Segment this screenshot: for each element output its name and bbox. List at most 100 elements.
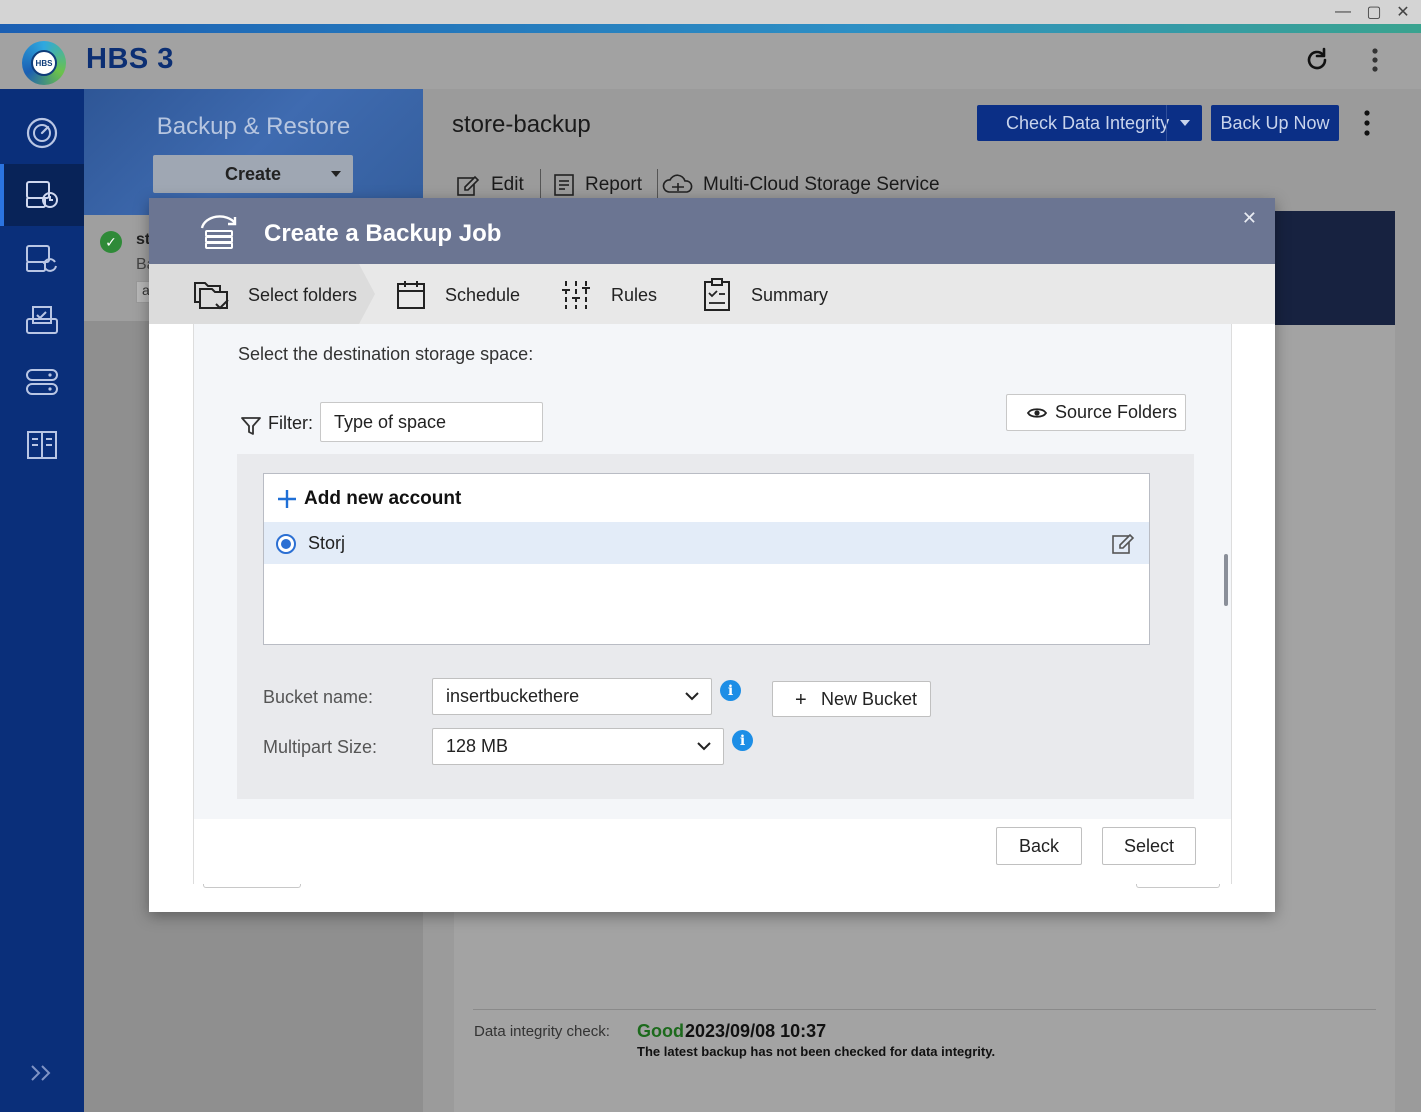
step-summary[interactable]: Summary (702, 276, 828, 314)
refresh-icon[interactable] (1302, 45, 1332, 75)
multipart-size-label: Multipart Size: (263, 737, 378, 757)
chevron-down-icon (685, 692, 699, 701)
new-bucket-label: New Bucket (821, 688, 918, 709)
bucket-name-value: insertbuckethere (446, 686, 580, 706)
sliders-icon (562, 281, 590, 309)
new-bucket-button[interactable]: + New Bucket (772, 681, 931, 717)
multi-cloud-action[interactable]: Multi-Cloud Storage Service (661, 169, 940, 201)
dialog-body-footer: Back Select (194, 819, 1231, 884)
chevron-down-icon (697, 742, 711, 751)
filter-icon (241, 417, 261, 435)
nav-item-services[interactable] (0, 289, 84, 351)
hbs-logo: HBS (22, 41, 66, 85)
report-action[interactable]: Report (552, 169, 642, 201)
app-header: HBS HBS 3 (0, 33, 1421, 89)
destination-label: Select the destination storage space: (238, 344, 534, 364)
scrollbar-thumb[interactable] (1224, 554, 1228, 606)
multipart-size-select[interactable]: 128 MB (432, 728, 724, 765)
select-button[interactable]: Select (1102, 827, 1196, 865)
edit-icon[interactable] (1111, 531, 1135, 555)
info-icon[interactable]: i (720, 680, 741, 701)
more-vertical-icon[interactable] (1360, 45, 1390, 75)
nav-item-overview[interactable] (0, 102, 84, 164)
toolbar-divider (657, 169, 658, 199)
source-folders-button[interactable]: Source Folders (1006, 394, 1186, 431)
bucket-name-label: Bucket name: (263, 687, 374, 707)
toolbar-divider (540, 169, 541, 199)
back-button[interactable]: Back (996, 827, 1082, 865)
step-select-folders[interactable]: Select folders (192, 276, 357, 314)
account-list: Add new account Storj (263, 473, 1150, 645)
nav-item-sync[interactable] (0, 228, 84, 290)
close-window-icon[interactable]: ✕ (1393, 2, 1413, 22)
bucket-name-select[interactable]: insertbuckethere (432, 678, 712, 715)
source-folders-label: Source Folders (1055, 402, 1178, 422)
nav-item-backup-restore[interactable] (0, 164, 84, 226)
services-icon (26, 306, 58, 334)
accent-bar (0, 24, 1421, 33)
check-circle-icon: ✓ (100, 231, 122, 253)
step-label: Summary (751, 284, 829, 305)
integrity-check-label: Data integrity check: (474, 1023, 610, 1040)
dialog-title: Create a Backup Job (264, 220, 502, 247)
app-title: HBS 3 (86, 43, 174, 75)
divider (473, 1009, 1376, 1010)
edit-action[interactable]: Edit (455, 169, 524, 201)
report-label: Report (585, 174, 643, 195)
report-icon (554, 174, 574, 196)
account-name: Storj (308, 533, 346, 553)
integrity-date: 2023/09/08 10:37 (685, 1021, 827, 1041)
nav-item-logs[interactable] (0, 414, 84, 476)
check-data-integrity-button[interactable]: Check Data Integrity (977, 105, 1202, 141)
edit-label: Edit (491, 174, 524, 195)
hidden-button-edge (203, 884, 301, 888)
back-up-now-label: Back Up Now (1220, 112, 1330, 133)
caret-down-icon (331, 171, 341, 177)
step-label: Schedule (445, 284, 521, 305)
logs-icon (27, 431, 57, 459)
account-radio[interactable] (276, 534, 296, 554)
plus-icon (278, 490, 296, 508)
check-data-integrity-label: Check Data Integrity (1006, 112, 1170, 133)
step-label: Rules (611, 284, 658, 305)
window-titlebar: — ▢ ✕ (0, 0, 1421, 24)
step-rules[interactable]: Rules (561, 276, 657, 314)
nav-item-storage[interactable] (0, 351, 84, 413)
panel-banner: Backup & Restore Create (84, 89, 423, 215)
minimize-icon[interactable]: — (1333, 2, 1353, 22)
caret-down-icon[interactable] (1180, 120, 1190, 126)
multipart-size-value: 128 MB (446, 736, 509, 756)
integrity-status: Good (637, 1021, 684, 1041)
info-icon[interactable]: i (732, 730, 753, 751)
create-button-label: Create (224, 163, 282, 184)
dashboard-icon (26, 117, 58, 149)
close-icon[interactable]: ✕ (1242, 208, 1257, 229)
integrity-note: The latest backup has not been checked f… (637, 1044, 996, 1059)
storage-icon (26, 369, 58, 395)
filter-input[interactable]: Type of space (320, 402, 543, 442)
double-chevron-right-icon[interactable] (28, 1063, 56, 1083)
job-title: store-backup (452, 111, 591, 138)
backup-restore-icon (26, 181, 58, 208)
hidden-button-edge (1136, 884, 1220, 888)
job-detail-header (1273, 211, 1395, 325)
hbs-logo-text: HBS (31, 50, 57, 76)
folders-icon (194, 282, 229, 310)
more-vertical-icon[interactable] (1360, 109, 1374, 137)
backup-job-icon (200, 215, 237, 249)
wizard-steps: Select folders Schedule Rules Summary (149, 264, 1275, 324)
filter-value: Type of space (334, 411, 447, 432)
account-row-storj[interactable]: Storj (264, 522, 1149, 564)
edit-icon (457, 175, 480, 196)
clipboard-icon (704, 278, 730, 311)
filter-label: Filter: (268, 413, 313, 433)
maximize-icon[interactable]: ▢ (1364, 2, 1384, 22)
sync-icon (26, 245, 57, 272)
add-new-account-label: Add new account (304, 488, 462, 509)
add-new-account-button[interactable]: Add new account (276, 486, 461, 512)
step-schedule[interactable]: Schedule (395, 276, 520, 314)
create-button[interactable]: Create (153, 155, 353, 193)
cloud-icon (662, 174, 693, 193)
back-up-now-button[interactable]: Back Up Now (1211, 105, 1339, 141)
step-label: Select folders (248, 284, 358, 305)
